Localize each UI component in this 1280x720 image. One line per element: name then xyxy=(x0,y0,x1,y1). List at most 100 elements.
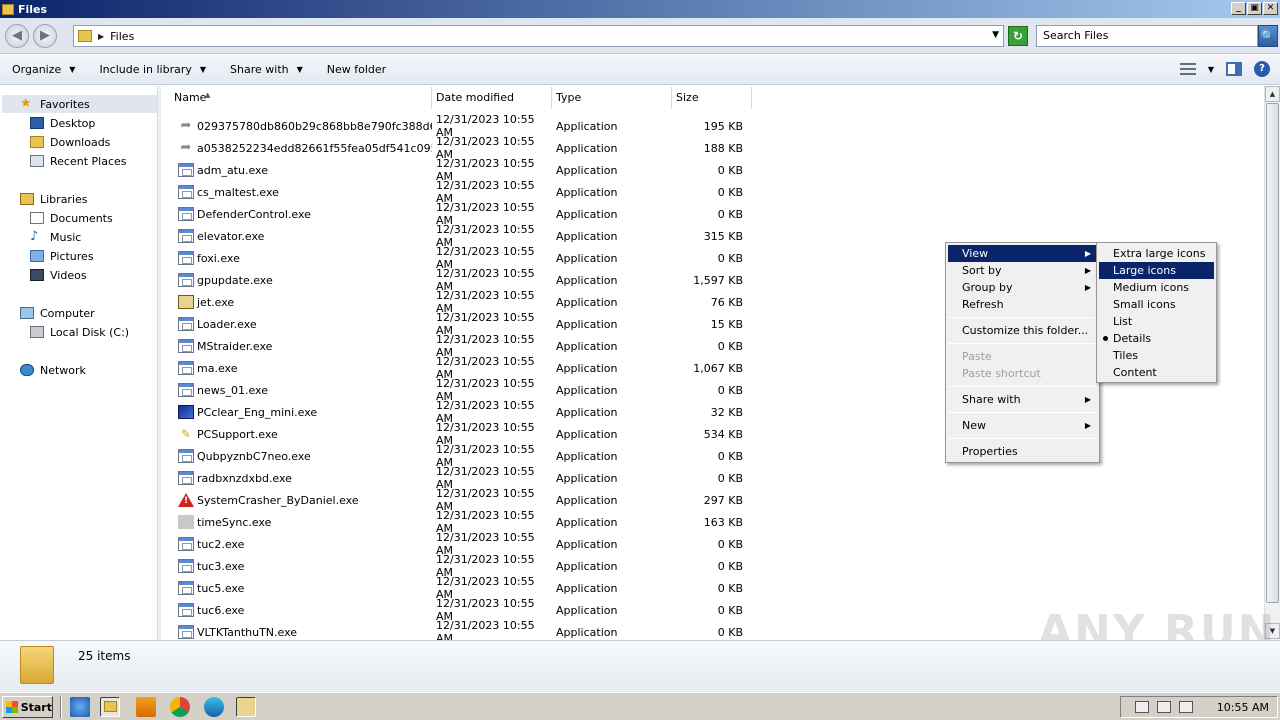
nav-local-disk[interactable]: Local Disk (C:) xyxy=(30,323,129,341)
minimize-button[interactable]: _ xyxy=(1231,2,1246,15)
table-row[interactable]: ✎ PCSupport.exe 12/31/2023 10:55 AM Applica… xyxy=(161,421,752,447)
jet-taskbar-icon[interactable] xyxy=(236,697,256,717)
table-row[interactable]: DefenderControl.exe 12/31/2023 10:55 AM Ap… xyxy=(161,201,752,227)
search-icon[interactable]: 🔍 xyxy=(1258,25,1278,47)
nav-recent-places[interactable]: Recent Places xyxy=(30,152,127,170)
table-row[interactable]: tuc2.exe 12/31/2023 10:55 AM Application 0 … xyxy=(161,531,752,557)
new-folder-button[interactable]: New folder xyxy=(315,63,398,76)
menu-item-share-with[interactable]: Share with ▶ xyxy=(948,391,1097,408)
menu-item-details[interactable]: Details xyxy=(1099,330,1214,347)
menu-item-extra-large-icons[interactable]: Extra large icons xyxy=(1099,245,1214,262)
table-row[interactable]: radbxnzdxbd.exe 12/31/2023 10:55 AM Applic… xyxy=(161,465,752,491)
breadcrumb-files[interactable]: Files xyxy=(110,30,134,43)
table-row[interactable]: jet.exe 12/31/2023 10:55 AM Application 76 … xyxy=(161,289,752,315)
internet-explorer-icon[interactable] xyxy=(70,697,90,717)
organize-button[interactable]: Organize ▼ xyxy=(0,63,87,76)
vertical-scrollbar[interactable]: ▲ ▼ xyxy=(1264,86,1280,640)
preview-pane-icon[interactable] xyxy=(1226,62,1242,76)
menu-item-medium-icons[interactable]: Medium icons xyxy=(1099,279,1214,296)
chrome-icon[interactable] xyxy=(170,697,190,717)
nav-music[interactable]: ♪ Music xyxy=(30,228,81,246)
nav-documents[interactable]: Documents xyxy=(30,209,113,227)
table-row[interactable]: cs_maltest.exe 12/31/2023 10:55 AM Applica… xyxy=(161,179,752,205)
column-size[interactable]: Size xyxy=(672,87,752,109)
pcclear-icon xyxy=(178,405,194,419)
application-icon xyxy=(178,603,194,617)
column-name[interactable]: Name ▲ xyxy=(161,87,432,109)
menu-item-tiles[interactable]: Tiles xyxy=(1099,347,1214,364)
table-row[interactable]: foxi.exe 12/31/2023 10:55 AM Application 0 … xyxy=(161,245,752,271)
network-tray-icon[interactable] xyxy=(1156,701,1171,713)
explorer-taskbar-icon[interactable] xyxy=(100,697,120,717)
table-row[interactable]: PCclear_Eng_mini.exe 12/31/2023 10:55 AM A… xyxy=(161,399,752,425)
menu-item-large-icons[interactable]: Large icons xyxy=(1099,262,1214,279)
address-history-dropdown[interactable]: ▼ xyxy=(992,30,999,40)
desktop-icon xyxy=(30,117,44,129)
column-date-modified[interactable]: Date modified xyxy=(432,87,552,109)
clock[interactable]: 10:55 AM xyxy=(1217,701,1269,714)
menu-item-new[interactable]: New ▶ xyxy=(948,417,1097,434)
table-row[interactable]: VLTKTanthuTN.exe 12/31/2023 10:55 AM Appli… xyxy=(161,619,752,640)
menu-item-group-by[interactable]: Group by ▶ xyxy=(948,279,1097,296)
breadcrumb-arrow-icon[interactable]: ▶ xyxy=(98,32,104,41)
nav-videos[interactable]: Videos xyxy=(30,266,87,284)
close-button[interactable]: ✕ xyxy=(1263,2,1278,15)
menu-item-refresh[interactable]: Refresh xyxy=(948,296,1097,313)
share-with-button[interactable]: Share with ▼ xyxy=(218,63,315,76)
table-row[interactable]: gpupdate.exe 12/31/2023 10:55 AM Applicati… xyxy=(161,267,752,293)
nav-pictures[interactable]: Pictures xyxy=(30,247,94,265)
table-row[interactable]: QubpyznbC7neo.exe 12/31/2023 10:55 AM Appl… xyxy=(161,443,752,469)
submenu-arrow-icon: ▶ xyxy=(1084,395,1091,404)
edge-icon[interactable] xyxy=(204,697,224,717)
address-field[interactable]: ▶ Files ▼ xyxy=(73,25,1004,47)
volume-icon[interactable] xyxy=(1134,701,1149,713)
table-row[interactable]: timeSync.exe 12/31/2023 10:55 AM Applicati… xyxy=(161,509,752,535)
menu-item-sort-by[interactable]: Sort by ▶ xyxy=(948,262,1097,279)
table-row[interactable]: news_01.exe 12/31/2023 10:55 AM Applicatio… xyxy=(161,377,752,403)
media-player-icon[interactable] xyxy=(136,697,156,717)
menu-item-content[interactable]: Content xyxy=(1099,364,1214,381)
nav-network[interactable]: Network xyxy=(20,361,86,379)
libraries-icon xyxy=(20,193,34,205)
back-button[interactable]: ◀ xyxy=(5,24,29,48)
file-size: 0 KB xyxy=(717,383,743,397)
menu-item-view[interactable]: View ▶ xyxy=(948,245,1097,262)
menu-item-properties[interactable]: Properties xyxy=(948,443,1097,460)
table-row[interactable]: elevator.exe 12/31/2023 10:55 AM Applicati… xyxy=(161,223,752,249)
table-row[interactable]: Loader.exe 12/31/2023 10:55 AM Application… xyxy=(161,311,752,337)
table-row[interactable]: ! SystemCrasher_ByDaniel.exe 12/31/2023 10… xyxy=(161,487,752,513)
nav-favorites[interactable]: ★ Favorites xyxy=(2,95,157,113)
forward-button[interactable]: ▶ xyxy=(33,24,57,48)
nav-desktop[interactable]: Desktop xyxy=(30,114,95,132)
table-row[interactable]: tuc3.exe 12/31/2023 10:55 AM Application 0 … xyxy=(161,553,752,579)
table-row[interactable]: MStraider.exe 12/31/2023 10:55 AM Applicat… xyxy=(161,333,752,359)
application-icon xyxy=(178,361,194,375)
table-row[interactable]: ➦ a0538252234edd82661f55fea05df541c095a..… xyxy=(161,135,752,161)
column-type[interactable]: Type xyxy=(552,87,672,109)
nav-libraries[interactable]: Libraries xyxy=(20,190,88,208)
file-name-cell: tuc6.exe xyxy=(161,603,432,617)
include-in-library-button[interactable]: Include in library ▼ xyxy=(87,63,218,76)
menu-item-list[interactable]: List xyxy=(1099,313,1214,330)
table-row[interactable]: ➦ 029375780db860b29c868bb8e790fc388d6a...… xyxy=(161,113,752,139)
table-row[interactable]: tuc6.exe 12/31/2023 10:55 AM Application 0 … xyxy=(161,597,752,623)
table-row[interactable]: tuc5.exe 12/31/2023 10:55 AM Application 0 … xyxy=(161,575,752,601)
view-options-dropdown[interactable]: ▼ xyxy=(1208,65,1214,74)
flag-icon[interactable] xyxy=(1178,701,1193,713)
start-button[interactable]: Start xyxy=(2,696,53,718)
menu-item-small-icons[interactable]: Small icons xyxy=(1099,296,1214,313)
nav-computer[interactable]: Computer xyxy=(20,304,95,322)
scroll-thumb[interactable] xyxy=(1266,103,1279,603)
nav-downloads[interactable]: Downloads xyxy=(30,133,110,151)
refresh-button[interactable]: ↻ xyxy=(1008,26,1028,46)
table-row[interactable]: adm_atu.exe 12/31/2023 10:55 AM Applicatio… xyxy=(161,157,752,183)
menu-item-customize-folder[interactable]: Customize this folder... xyxy=(948,322,1097,339)
change-view-icon[interactable] xyxy=(1179,63,1196,75)
file-name: tuc2.exe xyxy=(197,537,245,551)
scroll-up-button[interactable]: ▲ xyxy=(1265,86,1280,102)
maximize-button[interactable]: ▣ xyxy=(1247,2,1262,15)
help-icon[interactable]: ? xyxy=(1254,61,1270,77)
table-row[interactable]: ma.exe 12/31/2023 10:55 AM Application 1,06… xyxy=(161,355,752,381)
menu-item-paste-shortcut: Paste shortcut xyxy=(962,367,1041,380)
search-input[interactable]: Search Files xyxy=(1036,25,1258,47)
